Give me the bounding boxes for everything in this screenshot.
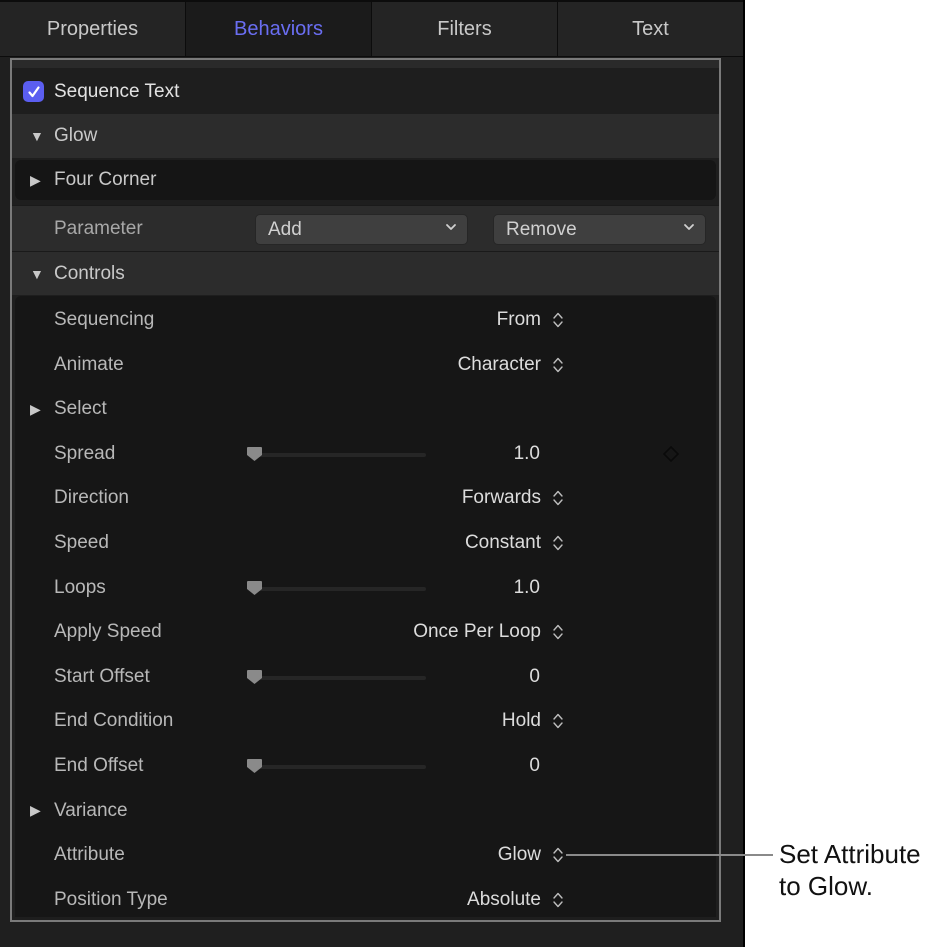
slider-track[interactable] [254,586,426,591]
control-row-select[interactable]: ▶ Select [15,387,716,431]
control-row-direction: Direction Forwards [15,476,716,520]
disclosure-expanded-icon[interactable]: ▼ [30,129,44,143]
control-label: End Offset [54,755,144,776]
tab-text[interactable]: Text [558,2,743,56]
value-slider[interactable] [246,444,426,464]
value-slider[interactable] [246,578,426,598]
slider-thumb[interactable] [246,580,263,596]
group-four-corner[interactable]: ▶ Four Corner [15,160,716,200]
control-row-loops: Loops 1.0 [15,566,716,610]
up-down-chevron-icon[interactable] [551,355,565,375]
popup-value[interactable]: Hold [502,710,541,732]
popup-value: Remove [506,218,577,240]
parameter-label: Parameter [54,217,143,239]
controls-list: Sequencing From Animate Character ▶ Select Spr… [15,296,716,917]
parameter-row: Parameter Add Remove [12,205,719,251]
control-row-end-condition: End Condition Hold [15,699,716,743]
control-label: Spread [54,442,116,464]
control-row-spread: Spread 1.0 [15,432,716,476]
control-row-position-type: Position Type Absolute [15,878,716,922]
keyframe-diamond-icon[interactable] [662,445,680,463]
group-label: Four Corner [54,169,157,190]
popup-value[interactable]: Character [458,354,541,376]
control-label: Variance [54,799,128,821]
group-label: Glow [54,125,98,146]
up-down-chevron-icon[interactable] [551,488,565,508]
control-label: Direction [54,487,129,509]
slider-thumb[interactable] [246,446,263,462]
up-down-chevron-icon[interactable] [551,622,565,642]
control-row-end-offset: End Offset 0 [15,744,716,788]
control-label: Sequencing [54,309,155,330]
up-down-chevron-icon[interactable] [551,711,565,731]
control-label: Position Type [54,888,168,910]
callout-annotation: Set Attribute to Glow. [779,838,921,902]
control-label: Speed [54,532,109,553]
control-label: Apply Speed [54,621,162,643]
popup-value: Add [268,218,302,240]
inspector-tabs: Properties Behaviors Filters Text [0,0,743,57]
group-controls[interactable]: ▼ Controls [12,251,719,295]
slider-track[interactable] [254,675,426,680]
parameter-add-popup[interactable]: Add [255,214,468,245]
up-down-chevron-icon[interactable] [551,890,565,910]
behavior-enabled-checkbox[interactable] [23,81,44,102]
slider-track[interactable] [254,765,426,769]
value-slider[interactable] [246,756,426,776]
inspector-window: Properties Behaviors Filters Text Sequen… [0,0,745,947]
up-down-chevron-icon[interactable] [551,310,565,330]
callout-line-1: Set Attribute [779,839,921,869]
popup-value[interactable]: Forwards [462,487,541,509]
slider-track[interactable] [254,452,426,457]
disclosure-collapsed-icon[interactable]: ▶ [30,802,41,819]
control-label: End Condition [54,710,174,732]
numeric-value[interactable]: 1.0 [514,443,540,465]
tab-filters[interactable]: Filters [372,2,558,56]
control-row-variance[interactable]: ▶ Variance [15,789,716,833]
chevron-down-icon [684,224,694,230]
control-label: Loops [54,576,106,598]
popup-value[interactable]: Glow [498,844,541,866]
group-label: Controls [54,262,125,284]
control-label: Animate [54,353,124,375]
tab-behaviors[interactable]: Behaviors [186,2,372,56]
callout-leader-line [566,854,773,856]
control-row-apply-speed: Apply Speed Once Per Loop [15,610,716,654]
popup-value[interactable]: Absolute [467,889,541,911]
disclosure-collapsed-icon[interactable]: ▶ [30,173,44,187]
behavior-panel: Sequence Text ▼ Glow ▶ Four Corner Param… [10,58,721,922]
popup-value[interactable]: Constant [465,532,541,554]
control-row-sequencing: Sequencing From [15,298,716,342]
up-down-chevron-icon[interactable] [551,533,565,553]
checkmark-icon [27,85,40,97]
numeric-value[interactable]: 0 [529,666,540,688]
disclosure-collapsed-icon[interactable]: ▶ [30,401,41,418]
numeric-value[interactable]: 1.0 [514,577,540,599]
control-label: Attribute [54,844,125,866]
slider-thumb[interactable] [246,758,263,774]
control-row-animate: Animate Character [15,343,716,387]
control-label: Select [54,398,107,420]
parameter-remove-popup[interactable]: Remove [493,214,706,245]
control-row-speed: Speed Constant [15,521,716,565]
value-slider[interactable] [246,667,426,687]
panel-top-strip [12,60,719,68]
control-label: Start Offset [54,665,150,687]
up-down-chevron-icon[interactable] [551,845,565,865]
behavior-header-sequence-text: Sequence Text [12,70,719,114]
tab-properties[interactable]: Properties [0,2,186,56]
slider-thumb[interactable] [246,669,263,685]
popup-value[interactable]: Once Per Loop [413,621,541,643]
callout-line-2: to Glow. [779,871,873,901]
numeric-value[interactable]: 0 [529,755,540,777]
group-glow[interactable]: ▼ Glow [12,114,719,158]
popup-value[interactable]: From [497,309,541,331]
disclosure-expanded-icon[interactable]: ▼ [30,267,44,281]
behavior-name: Sequence Text [54,81,180,102]
control-row-start-offset: Start Offset 0 [15,655,716,699]
chevron-down-icon [446,224,456,230]
